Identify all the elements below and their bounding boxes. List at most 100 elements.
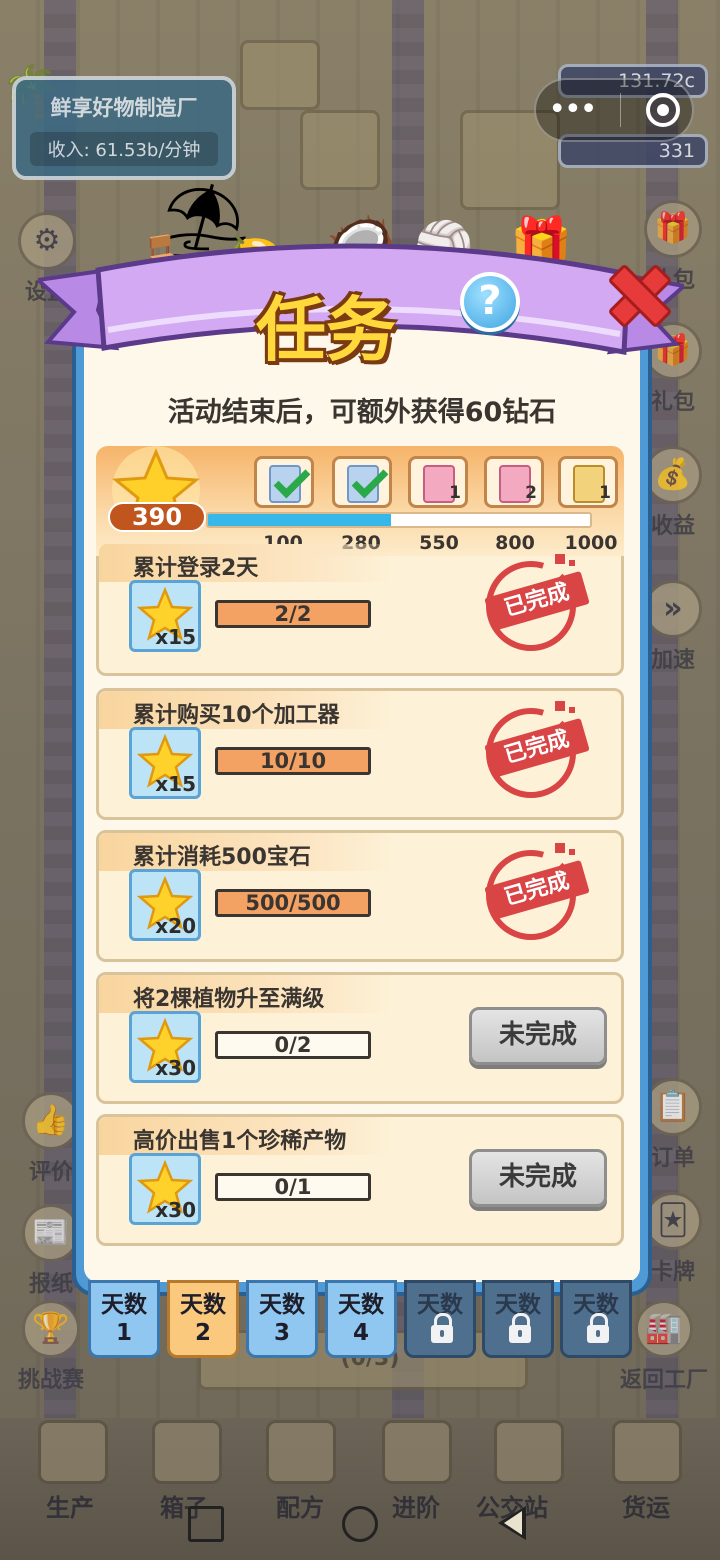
day-tab-4[interactable]: 天数 4	[325, 1280, 397, 1358]
machine	[240, 40, 320, 110]
day-tab-number: 4	[352, 1320, 369, 1346]
return-factory-label: 返回工厂	[619, 1368, 708, 1393]
task-reward: x15	[129, 580, 201, 652]
task-card: 累计消耗500宝石 x20 500/500 已完成	[96, 830, 624, 962]
machine	[300, 110, 380, 190]
day-tab-label: 天数	[338, 1292, 384, 1318]
android-nav-bar	[0, 1490, 720, 1560]
recipe-book-icon[interactable]	[266, 1420, 336, 1484]
home-icon[interactable]	[342, 1506, 378, 1542]
day-tab-number: 3	[273, 1320, 290, 1346]
reward-amount: x30	[155, 1198, 196, 1222]
bus-stop-icon[interactable]	[494, 1420, 564, 1484]
task-title: 累计消耗500宝石	[133, 845, 311, 870]
factory-icon: 🏭	[635, 1300, 693, 1358]
task-progress-bar: 2/2	[215, 600, 371, 628]
day-tab-1[interactable]: 天数 1	[88, 1280, 160, 1358]
task-card: 累计购买10个加工器 x15 10/10 已完成	[96, 688, 624, 820]
day-tab-2[interactable]: 天数 2	[167, 1280, 239, 1358]
task-progress-bar: 0/2	[215, 1031, 371, 1059]
day-tab-6[interactable]: 天数	[482, 1280, 554, 1358]
coins-icon: 💰	[644, 446, 702, 504]
incomplete-button[interactable]: 未完成	[469, 1149, 607, 1207]
production-icon[interactable]	[38, 1420, 108, 1484]
factory-title-panel[interactable]: 鲜享好物制造厂 收入: 61.53b/分钟	[12, 76, 236, 180]
help-button[interactable]: ?	[460, 272, 520, 332]
task-title: 高价出售1个珍稀产物	[133, 1129, 347, 1154]
task-reward: x30	[129, 1011, 201, 1083]
task-reward: x15	[129, 727, 201, 799]
task-reward: x30	[129, 1153, 201, 1225]
day-tab-label: 天数	[101, 1292, 147, 1318]
milestone-reward-4[interactable]: 2	[484, 456, 544, 508]
points-progress-bar	[206, 512, 592, 528]
capsule-divider	[620, 93, 622, 127]
close-button[interactable]	[606, 262, 668, 324]
income-rate: 收入: 61.53b/分钟	[30, 132, 218, 166]
completed-stamp: 已完成	[481, 550, 593, 662]
newspaper-label: 报纸	[28, 1272, 73, 1297]
day-tab-label: 天数	[180, 1292, 226, 1318]
cards-icon: 🃏	[644, 1192, 702, 1250]
completed-stamp: 已完成	[481, 697, 593, 809]
bonus-subtitle: 活动结束后，可额外获得60钻石	[167, 397, 557, 428]
review-label: 评价	[28, 1160, 73, 1185]
fast-forward-icon: »	[644, 580, 702, 638]
task-title: 累计登录2天	[133, 556, 259, 581]
day-tab-number: 2	[194, 1320, 211, 1346]
day-tab-5[interactable]: 天数	[404, 1280, 476, 1358]
clipboard-icon: 📋	[644, 1078, 702, 1136]
task-card: 累计登录2天 x15 2/2 已完成	[96, 544, 624, 676]
milestone-reward-3[interactable]: 1	[408, 456, 468, 508]
day-tab-7[interactable]: 天数	[560, 1280, 632, 1358]
milestone-reward-1[interactable]	[254, 456, 314, 508]
more-icon[interactable]: •••	[548, 95, 597, 125]
reward-amount: x15	[155, 772, 196, 796]
challenge-button[interactable]: 🏆 挑战赛	[10, 1300, 92, 1394]
back-icon[interactable]	[498, 1506, 526, 1540]
orders-label: 订单	[650, 1146, 695, 1171]
cards-label: 卡牌	[650, 1260, 695, 1285]
milestone-count: 1	[449, 483, 461, 503]
title-ribbon: 任务	[38, 230, 684, 380]
reward-amount: x20	[155, 914, 196, 938]
day-tab-number: 1	[115, 1320, 132, 1346]
day-tab-3[interactable]: 天数 3	[246, 1280, 318, 1358]
points-progress-fill	[208, 514, 392, 526]
modal-title: 任务	[256, 288, 396, 371]
milestone-reward-2[interactable]	[332, 456, 392, 508]
completed-stamp: 已完成	[481, 839, 593, 951]
task-card: 高价出售1个珍稀产物 x30 0/1 未完成	[96, 1114, 624, 1246]
task-progress-bar: 500/500	[215, 889, 371, 917]
lock-icon	[509, 1313, 531, 1343]
gift-pack-label: 礼包	[650, 390, 695, 415]
task-progress-bar: 10/10	[215, 747, 371, 775]
day-tab-label: 天数	[259, 1292, 305, 1318]
lock-icon	[587, 1313, 609, 1343]
milestone-tick-label: 550	[419, 532, 459, 554]
cargo-icon[interactable]	[612, 1420, 682, 1484]
close-miniprogram-icon[interactable]	[645, 93, 680, 127]
reward-amount: x15	[155, 625, 196, 649]
milestone-count: 2	[525, 483, 537, 503]
trophy-icon: 🏆	[22, 1300, 80, 1358]
factory-name: 鲜享好物制造厂	[50, 96, 198, 120]
incomplete-button[interactable]: 未完成	[469, 1007, 607, 1065]
milestone-count: 1	[599, 483, 611, 503]
lock-icon	[431, 1313, 453, 1343]
task-reward: x20	[129, 869, 201, 941]
task-card: 将2棵植物升至满级 x30 0/2 未完成	[96, 972, 624, 1104]
earnings-label: 收益	[650, 514, 695, 539]
miniprogram-capsule[interactable]: •••	[534, 78, 694, 142]
box-icon[interactable]	[152, 1420, 222, 1484]
speedup-label: 加速	[650, 648, 695, 673]
reward-amount: x30	[155, 1056, 196, 1080]
advance-icon[interactable]	[382, 1420, 452, 1484]
task-title: 累计购买10个加工器	[133, 703, 340, 728]
challenge-label: 挑战赛	[17, 1368, 84, 1393]
task-title: 将2棵植物升至满级	[133, 987, 325, 1012]
task-progress-bar: 0/1	[215, 1173, 371, 1201]
milestone-reward-5[interactable]: 1	[558, 456, 618, 508]
points-score: 390	[108, 502, 206, 532]
recents-icon[interactable]	[188, 1506, 224, 1542]
